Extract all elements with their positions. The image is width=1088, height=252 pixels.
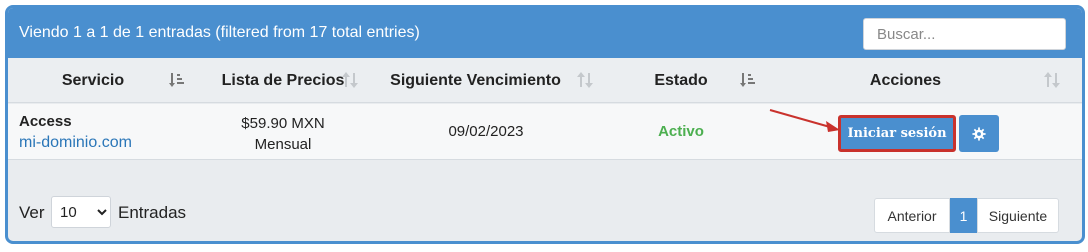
table-header-bar: Viendo 1 a 1 de 1 entradas (filtered fro… bbox=[8, 8, 1082, 58]
table-info: Viendo 1 a 1 de 1 entradas (filtered fro… bbox=[19, 24, 420, 41]
pagination: Anterior 1 Siguiente bbox=[874, 198, 1059, 233]
price-amount: $59.90 MXN bbox=[241, 115, 325, 132]
table-head: Servicio Lista de Precios Siguiente Venc… bbox=[8, 58, 1082, 103]
sort-unsorted-icon[interactable] bbox=[341, 70, 361, 90]
next-due-date: 09/02/2023 bbox=[448, 123, 524, 140]
sort-unsorted-icon[interactable] bbox=[576, 70, 596, 90]
search-input[interactable] bbox=[863, 18, 1066, 50]
column-header-servicio[interactable]: Servicio bbox=[8, 58, 178, 103]
column-label: Servicio bbox=[61, 71, 125, 89]
price-cell: $59.90 MXN Mensual bbox=[208, 113, 358, 155]
login-button[interactable]: Iniciar sesión bbox=[838, 115, 956, 152]
service-domain-link[interactable]: mi-dominio.com bbox=[19, 134, 132, 152]
gear-icon bbox=[972, 126, 986, 141]
current-page-button[interactable]: 1 bbox=[950, 198, 977, 233]
sort-unsorted-icon[interactable] bbox=[1043, 70, 1063, 90]
sort-asc-icon[interactable] bbox=[739, 70, 759, 90]
column-header-acciones[interactable]: Acciones bbox=[838, 58, 973, 103]
column-label: Siguiente Vencimiento bbox=[390, 71, 561, 89]
services-table-panel: Viendo 1 a 1 de 1 entradas (filtered fro… bbox=[5, 5, 1085, 244]
settings-button[interactable] bbox=[959, 115, 999, 152]
next-page-button[interactable]: Siguiente bbox=[977, 198, 1059, 233]
show-label: Ver bbox=[19, 203, 45, 222]
status-badge: Activo bbox=[658, 123, 704, 140]
column-header-siguiente-vencimiento[interactable]: Siguiente Vencimiento bbox=[383, 58, 568, 103]
column-label: Estado bbox=[654, 71, 708, 89]
column-label: Lista de Precios bbox=[221, 71, 345, 89]
billing-cycle: Mensual bbox=[254, 136, 312, 153]
table-row: Access mi-dominio.com $59.90 MXN Mensual… bbox=[8, 104, 1082, 160]
column-header-estado[interactable]: Estado bbox=[626, 58, 736, 103]
service-name: Access bbox=[19, 113, 72, 130]
sort-asc-icon[interactable] bbox=[168, 70, 188, 90]
annotation-arrow bbox=[769, 109, 840, 132]
page-size-select[interactable]: 10 bbox=[51, 196, 111, 228]
previous-page-button[interactable]: Anterior bbox=[874, 198, 950, 233]
column-label: Acciones bbox=[869, 71, 942, 89]
entries-label: Entradas bbox=[118, 203, 187, 222]
